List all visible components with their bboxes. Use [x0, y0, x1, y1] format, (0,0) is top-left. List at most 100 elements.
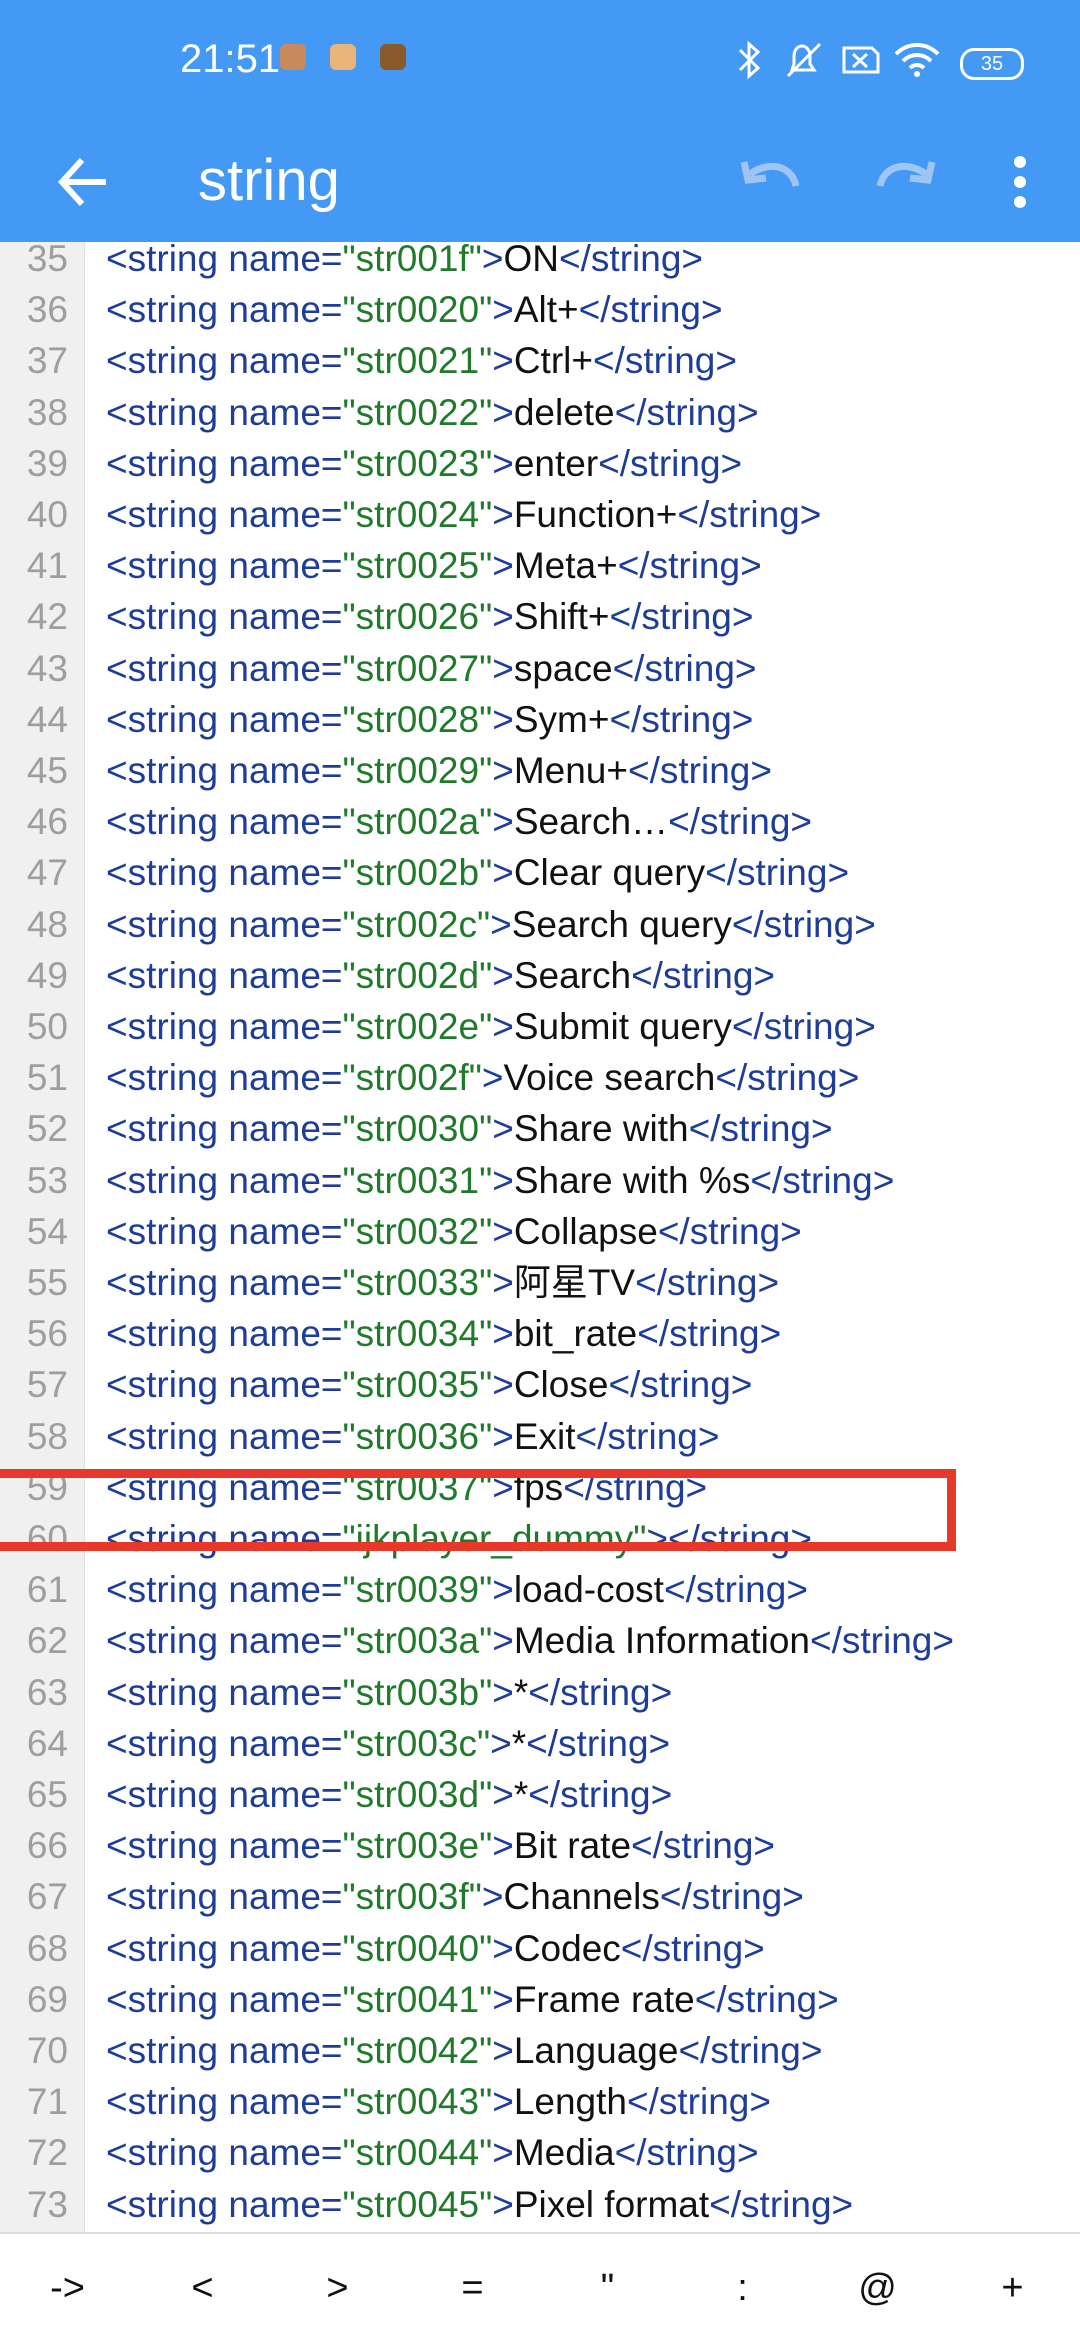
- attr-value: "str003a": [342, 1620, 493, 1662]
- attr-value: "str0044": [342, 2132, 493, 2174]
- code-line[interactable]: 73 <string name="str0045">Pixel format</s…: [0, 2179, 1080, 2230]
- line-number: 48: [26, 903, 68, 945]
- code-line[interactable]: 43 <string name="str0027">space</string>: [0, 643, 1080, 694]
- string-value: delete: [513, 391, 615, 433]
- code-line[interactable]: 38 <string name="str0022">delete</string>: [0, 387, 1080, 438]
- code-text: <string name="str0034">bit_rate</string>: [106, 1313, 782, 1355]
- code-text: <string name="str0045">Pixel format</str…: [106, 2183, 854, 2225]
- code-line[interactable]: 67 <string name="str003f">Channels</strin…: [0, 1871, 1080, 1922]
- code-line[interactable]: 54 <string name="str0032">Collapse</strin…: [0, 1206, 1080, 1257]
- symbol-key[interactable]: :: [698, 2234, 788, 2342]
- code-line[interactable]: 62 <string name="str003a">Media Informati…: [0, 1615, 1080, 1666]
- code-line[interactable]: 37 <string name="str0021">Ctrl+</string>: [0, 335, 1080, 386]
- string-value: load-cost: [513, 1569, 664, 1611]
- more-options-button[interactable]: [980, 142, 1060, 222]
- code-line[interactable]: 69 <string name="str0041">Frame rate</str…: [0, 1974, 1080, 2025]
- code-line[interactable]: 55 <string name="str0033">阿星TV</string>: [0, 1257, 1080, 1308]
- string-value: Collapse: [513, 1210, 658, 1252]
- line-number: 51: [26, 1057, 68, 1099]
- code-line[interactable]: 46 <string name="str002a">Search…</string…: [0, 796, 1080, 847]
- attr-value: "str0029": [342, 750, 493, 791]
- line-number: 39: [26, 442, 68, 484]
- symbol-key[interactable]: ->: [23, 2234, 113, 2342]
- arrow-left-icon: [57, 157, 106, 207]
- code-line[interactable]: 61 <string name="str0039">load-cost</stri…: [0, 1564, 1080, 1615]
- code-line[interactable]: 50 <string name="str002e">Submit query</s…: [0, 1001, 1080, 1052]
- back-button[interactable]: [50, 142, 130, 222]
- line-number: 72: [26, 2132, 68, 2174]
- code-line[interactable]: 48 <string name="str002c">Search query</s…: [0, 899, 1080, 950]
- symbol-key[interactable]: =: [428, 2234, 518, 2342]
- code-line[interactable]: 65 <string name="str003d">*</string>: [0, 1769, 1080, 1820]
- redo-button[interactable]: [866, 142, 946, 222]
- symbol-key[interactable]: @: [833, 2234, 923, 2342]
- undo-button[interactable]: [730, 142, 810, 222]
- code-text: <string name="str0041">Frame rate</strin…: [106, 1978, 839, 2020]
- attr-value: "str0028": [342, 698, 493, 740]
- code-line[interactable]: 35 <string name="str001f">ON</string>: [0, 242, 1080, 284]
- attr-value: "str002e": [342, 1006, 493, 1047]
- code-text: <string name="str0035">Close</string>: [106, 1364, 753, 1406]
- line-number: 43: [26, 647, 68, 689]
- line-number: 68: [26, 1927, 68, 1969]
- code-line[interactable]: 49 <string name="str002d">Search</string>: [0, 950, 1080, 1001]
- code-text: <string name="str0032">Collapse</string>: [106, 1210, 802, 1252]
- string-value: Search: [513, 954, 632, 996]
- string-value: Length: [513, 2081, 627, 2123]
- code-text: <string name="str0029">Menu+</string>: [106, 750, 772, 791]
- code-line[interactable]: 70 <string name="str0042">Language</strin…: [0, 2025, 1080, 2076]
- code-text: <string name="str0042">Language</string>: [106, 2030, 823, 2071]
- symbol-key[interactable]: >: [293, 2234, 383, 2342]
- code-line[interactable]: 53 <string name="str0031">Share with %s</…: [0, 1155, 1080, 1206]
- code-line[interactable]: 45 <string name="str0029">Menu+</string>: [0, 745, 1080, 796]
- code-line[interactable]: 52 <string name="str0030">Share with</str…: [0, 1103, 1080, 1154]
- code-line[interactable]: 42 <string name="str0026">Shift+</string>: [0, 591, 1080, 642]
- attr-value: "str002b": [342, 852, 493, 894]
- code-editor[interactable]: 35 <string name="str001f">ON</string> 36 <s…: [0, 242, 1080, 2232]
- symbol-key[interactable]: <: [158, 2234, 248, 2342]
- symbol-key[interactable]: +: [968, 2234, 1058, 2342]
- string-value: bit_rate: [513, 1313, 638, 1355]
- code-line[interactable]: 51 <string name="str002f">Voice search</s…: [0, 1052, 1080, 1103]
- code-text: <string name="str003e">Bit rate</string>: [106, 1825, 776, 1867]
- code-line[interactable]: 56 <string name="str0034">bit_rate</strin…: [0, 1308, 1080, 1359]
- code-text: <string name="str0031">Share with %s</st…: [106, 1159, 895, 1201]
- code-text: <string name="str0021">Ctrl+</string>: [106, 340, 737, 382]
- code-line[interactable]: 66 <string name="str003e">Bit rate</strin…: [0, 1820, 1080, 1871]
- code-line[interactable]: 41 <string name="str0025">Meta+</string>: [0, 540, 1080, 591]
- line-number: 44: [26, 698, 68, 740]
- attr-value: "str0021": [342, 340, 493, 382]
- attr-value: "str0030": [342, 1108, 493, 1150]
- code-text: <string name="str002b">Clear query</stri…: [106, 852, 850, 894]
- wifi-icon: [892, 36, 942, 84]
- code-line[interactable]: 36 <string name="str0020">Alt+</string>: [0, 284, 1080, 335]
- symbol-key[interactable]: ": [563, 2234, 653, 2342]
- line-number: 45: [26, 750, 68, 791]
- code-text: <string name="str0043">Length</string>: [106, 2081, 771, 2123]
- code-line[interactable]: 40 <string name="str0024">Function+</stri…: [0, 489, 1080, 540]
- code-line[interactable]: 63 <string name="str003b">*</string>: [0, 1667, 1080, 1718]
- string-value: *: [511, 1722, 527, 1764]
- line-number: 46: [26, 801, 68, 843]
- more-vert-icon: [1014, 156, 1026, 208]
- code-line[interactable]: 39 <string name="str0023">enter</string>: [0, 438, 1080, 489]
- code-line[interactable]: 47 <string name="str002b">Clear query</st…: [0, 847, 1080, 898]
- code-line[interactable]: 44 <string name="str0028">Sym+</string>: [0, 694, 1080, 745]
- code-text: <string name="str0040">Codec</string>: [106, 1927, 765, 1969]
- code-line[interactable]: 57 <string name="str0035">Close</string>: [0, 1359, 1080, 1410]
- code-line[interactable]: 58 <string name="str0036">Exit</string>: [0, 1411, 1080, 1462]
- attr-value: "str0039": [342, 1569, 493, 1611]
- attr-value: "str0042": [342, 2030, 493, 2071]
- code-text: <string name="str0028">Sym+</string>: [106, 698, 754, 740]
- code-line[interactable]: 64 <string name="str003c">*</string>: [0, 1718, 1080, 1769]
- string-value: Menu+: [513, 750, 628, 791]
- string-value: Function+: [513, 494, 678, 535]
- string-value: enter: [513, 442, 599, 484]
- top-bar: 21:51 35 string: [0, 0, 1080, 242]
- code-line[interactable]: 72 <string name="str0044">Media</string>: [0, 2127, 1080, 2178]
- attr-value: "str0036": [342, 1415, 493, 1457]
- code-line[interactable]: 71 <string name="str0043">Length</string>: [0, 2076, 1080, 2127]
- code-line[interactable]: 68 <string name="str0040">Codec</string>: [0, 1923, 1080, 1974]
- attr-value: "str0033": [342, 1262, 493, 1303]
- line-number: 42: [26, 596, 68, 638]
